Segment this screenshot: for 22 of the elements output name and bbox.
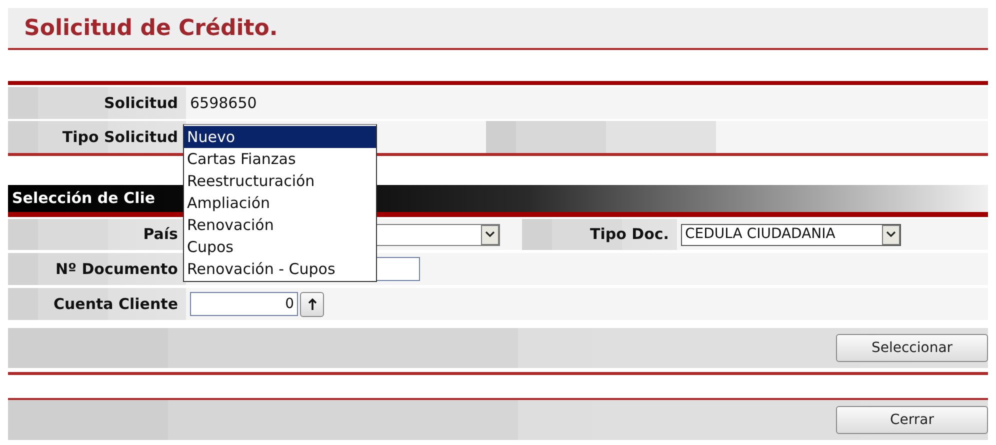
up-arrow-icon — [308, 298, 316, 310]
document-type-select[interactable]: CEDULA CIUDADANIA — [681, 224, 901, 246]
dropdown-option[interactable]: Cupos — [184, 236, 376, 258]
select-button[interactable]: Seleccionar — [836, 334, 988, 362]
page-title: Solicitud de Crédito. — [24, 14, 278, 42]
dropdown-option[interactable]: Renovación — [184, 214, 376, 236]
up-arrow-button[interactable] — [300, 292, 324, 316]
section-title: Selección de Clie — [12, 188, 156, 210]
field-label: Solicitud — [104, 92, 178, 114]
field-label: Nº Documento — [55, 258, 178, 280]
dropdown-option[interactable]: Renovación - Cupos — [184, 258, 376, 280]
account-field[interactable]: 0 — [190, 292, 298, 316]
dropdown-option[interactable]: Reestructuración — [184, 170, 376, 192]
field-label: Tipo Doc. — [590, 224, 669, 246]
request-number: 6598650 — [190, 92, 257, 114]
field-label: País — [143, 224, 178, 246]
dropdown-option[interactable]: Ampliación — [184, 192, 376, 214]
dropdown-option[interactable]: Nuevo — [184, 126, 376, 148]
field-label: Tipo Solicitud — [62, 126, 178, 148]
dropdown-option[interactable]: Cartas Fianzas — [184, 148, 376, 170]
field-label: Cuenta Cliente — [53, 294, 178, 315]
close-button[interactable]: Cerrar — [836, 406, 988, 434]
